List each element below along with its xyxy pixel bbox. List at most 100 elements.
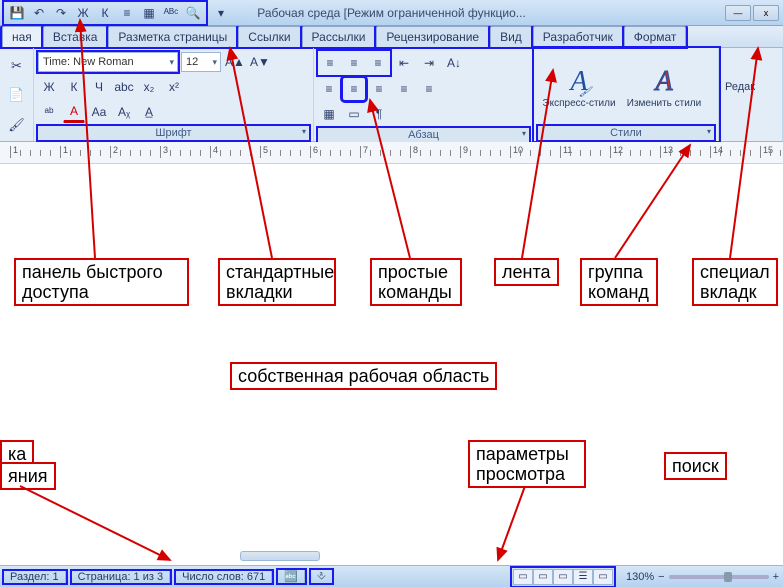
web-layout-icon[interactable]: ▭ (553, 569, 573, 585)
change-styles-label: Изменить стили (627, 98, 701, 109)
full-read-icon[interactable]: ▭ (533, 569, 553, 585)
bullets-icon[interactable]: ≡ (319, 52, 341, 74)
view-mode-buttons: ▭ ▭ ▭ ☰ ▭ (512, 568, 614, 586)
ruler-number: 13 (663, 145, 673, 155)
editing-label: Редак (725, 81, 778, 93)
numbering-icon[interactable]: ≡ (343, 52, 365, 74)
annot-special-tabs: специал вкладк (692, 258, 778, 306)
zoom-thumb[interactable] (724, 572, 732, 582)
superscript-icon[interactable]: x² (163, 76, 185, 98)
ribbon: ✂ 📄 🖌 Time: New Roman 12 A▲ A▼ Ж К Ч abc… (0, 48, 783, 142)
annot-work-area: собственная рабочая область (230, 362, 497, 390)
cut-icon[interactable]: ✂ (6, 55, 28, 77)
zoom-plus-button[interactable]: + (773, 571, 779, 583)
copy-icon[interactable]: 📄 (6, 84, 28, 106)
change-case-icon[interactable]: Aa (88, 101, 110, 123)
font-group: Time: New Roman 12 A▲ A▼ Ж К Ч abc x₂ x²… (34, 48, 314, 141)
show-marks-icon[interactable]: ¶ (368, 103, 390, 125)
table-icon[interactable]: ▦ (138, 3, 160, 23)
underline-icon[interactable]: Ч (88, 76, 110, 98)
ruler[interactable]: 1123456789101112131415 (0, 142, 783, 164)
ruler-number: 12 (613, 145, 623, 155)
close-button[interactable]: x (753, 5, 779, 21)
annot-simple-cmds: простые команды (370, 258, 462, 306)
quick-access-toolbar: 💾 ↶ ↷ Ж К ≡ ▦ ᴬᴮᶜ 🔍 (4, 2, 206, 24)
italic-icon[interactable]: К (63, 76, 85, 98)
zoom-minus-button[interactable]: − (658, 571, 664, 583)
styles-group-label[interactable]: Стили (538, 126, 714, 140)
ruler-number: 8 (413, 145, 418, 155)
redo-icon[interactable]: ↷ (50, 3, 72, 23)
italic-icon[interactable]: К (94, 3, 116, 23)
indent-left-icon[interactable]: ⇤ (393, 52, 415, 74)
ruler-number: 1 (63, 145, 68, 155)
shrink-font-icon[interactable]: A▼ (249, 51, 271, 73)
format-painter-icon[interactable]: 🖌 (6, 114, 28, 136)
qat-customize-dropdown[interactable]: ▾ (210, 3, 232, 23)
tab-home[interactable]: ная (2, 26, 42, 47)
tab-developer[interactable]: Разработчик (533, 26, 623, 47)
subscript-icon[interactable]: x₂ (138, 76, 160, 98)
tab-review[interactable]: Рецензирование (376, 26, 489, 47)
change-styles-button[interactable]: A Изменить стили (623, 55, 705, 119)
minimize-button[interactable]: — (725, 5, 751, 21)
tab-insert[interactable]: Вставка (43, 26, 108, 47)
justify-icon[interactable]: ≡ (393, 78, 415, 100)
zoom-percent[interactable]: 130% (626, 571, 654, 583)
spellcheck-icon[interactable]: ᴬᴮᶜ (160, 3, 182, 23)
align-right-icon[interactable]: ≡ (368, 78, 390, 100)
font-size-combo[interactable]: 12 (181, 52, 221, 72)
ruler-number: 7 (363, 145, 368, 155)
status-page[interactable]: Страница: 1 из 3 (72, 571, 171, 583)
quick-styles-label: Экспресс-стили (542, 98, 615, 109)
zoom-slider[interactable] (669, 575, 769, 579)
line-spacing-icon[interactable]: ≡ (418, 78, 440, 100)
ruler-number: 6 (313, 145, 318, 155)
ruler-number: 4 (213, 145, 218, 155)
horizontal-scrollbar[interactable] (240, 551, 320, 561)
highlight-icon[interactable]: ᵃᵇ (38, 101, 60, 123)
tab-view[interactable]: Вид (490, 26, 532, 47)
shading-icon[interactable]: ▦ (318, 103, 340, 125)
tab-references[interactable]: Ссылки (238, 26, 300, 47)
multilevel-icon[interactable]: ≡ (367, 52, 389, 74)
status-lang-icon[interactable]: 🔤 (278, 570, 305, 583)
outline-icon[interactable]: ☰ (573, 569, 593, 585)
save-icon[interactable]: 💾 (6, 3, 28, 23)
status-words[interactable]: Число слов: 671 (176, 571, 272, 583)
ruler-number: 15 (763, 145, 773, 155)
status-insert-icon[interactable]: ⎀ (311, 570, 332, 583)
quick-styles-button[interactable]: A🖌 Экспресс-стили (538, 55, 620, 119)
char-border-icon[interactable]: A̲ (138, 101, 160, 123)
tab-page-layout[interactable]: Разметка страницы (108, 26, 237, 47)
preview-icon[interactable]: 🔍 (182, 3, 204, 23)
font-group-label[interactable]: Шрифт (38, 126, 309, 140)
strike-icon[interactable]: abc (113, 76, 135, 98)
font-name-combo[interactable]: Time: New Roman (38, 52, 178, 72)
status-section[interactable]: Раздел: 1 (4, 571, 66, 583)
tab-mailings[interactable]: Рассылки (302, 26, 376, 47)
ruler-number: 5 (263, 145, 268, 155)
list-icon[interactable]: ≡ (116, 3, 138, 23)
clear-format-icon[interactable]: Aᵪ (113, 101, 135, 123)
window-buttons: — x (725, 5, 779, 21)
draft-icon[interactable]: ▭ (593, 569, 613, 585)
grow-font-icon[interactable]: A▲ (224, 51, 246, 73)
zoom-controls: 130% − + (626, 571, 779, 583)
align-center-icon[interactable]: ≡ (343, 78, 365, 100)
status-bar: Раздел: 1 Страница: 1 из 3 Число слов: 6… (0, 565, 783, 587)
paragraph-group-label[interactable]: Абзац (318, 128, 529, 142)
bold-icon[interactable]: Ж (72, 3, 94, 23)
font-color-icon[interactable]: A (63, 101, 85, 123)
print-layout-icon[interactable]: ▭ (513, 569, 533, 585)
editing-group: Редак (719, 48, 783, 141)
sort-icon[interactable]: A↓ (443, 52, 465, 74)
align-left-icon[interactable]: ≡ (318, 78, 340, 100)
indent-right-icon[interactable]: ⇥ (418, 52, 440, 74)
bold-icon[interactable]: Ж (38, 76, 60, 98)
undo-icon[interactable]: ↶ (28, 3, 50, 23)
borders-icon[interactable]: ▭ (343, 103, 365, 125)
tab-format[interactable]: Формат (624, 26, 687, 47)
annot-std-tabs: стандартные вкладки (218, 258, 336, 306)
window-title: Рабочая среда [Режим ограниченной функци… (257, 6, 526, 20)
